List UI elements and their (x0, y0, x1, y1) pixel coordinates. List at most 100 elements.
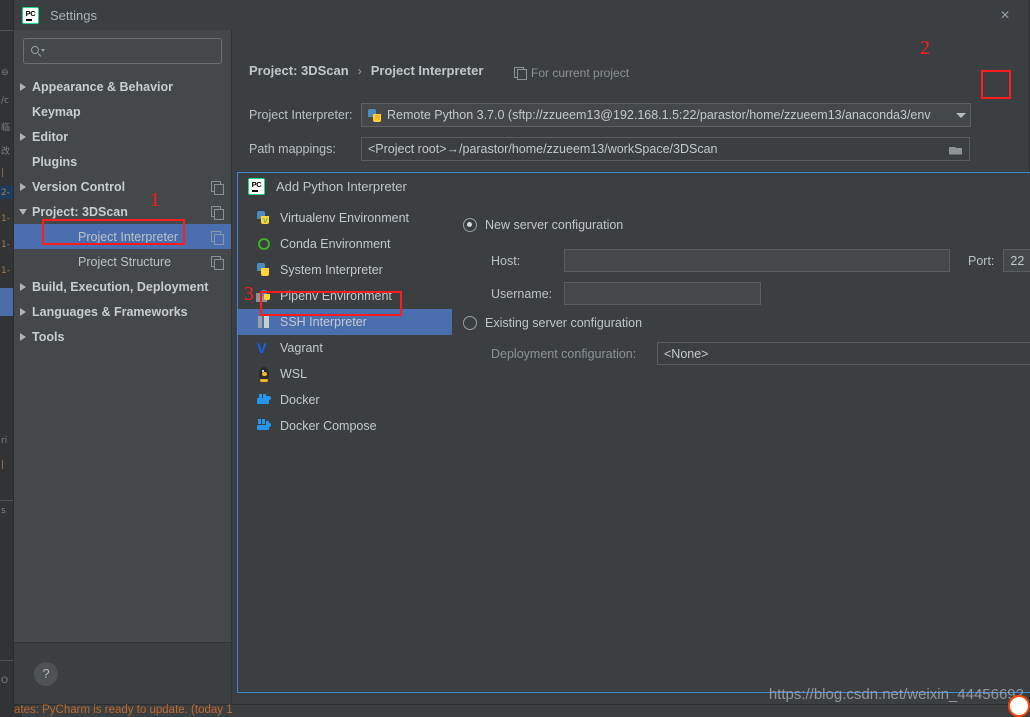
new-server-radio-row[interactable]: New server configuration (463, 218, 623, 232)
settings-sidebar: Appearance & Behavior Keymap Editor Plugins… (14, 30, 232, 704)
settings-dialog: PC Settings × Appearance & Behavior Keyma… (13, 0, 1030, 705)
breadcrumb-current: Project Interpreter (370, 63, 484, 78)
interpreter-type-ssh-interpreter[interactable]: SSH Interpreter (238, 309, 452, 335)
sidebar-item-appearance-behavior[interactable]: Appearance & Behavior (14, 74, 231, 99)
sidebar-item-label: Project: 3DScan (32, 204, 128, 219)
project-interpreter-value: Remote Python 3.7.0 (sftp://zzueem13@192… (387, 108, 931, 122)
chevron-right-icon[interactable] (14, 307, 32, 316)
sidebar-footer: ? (14, 642, 231, 704)
interpreter-type-label: Virtualenv Environment (280, 211, 410, 225)
interpreter-type-label: System Interpreter (280, 263, 383, 277)
vagrant-icon: V (257, 340, 267, 356)
sidebar-item-label: Keymap (32, 104, 81, 119)
new-server-radio[interactable] (463, 218, 477, 232)
interpreter-type-virtualenv-environment[interactable]: V Virtualenv Environment (238, 205, 1030, 231)
project-interpreter-dropdown[interactable]: R Remote Python 3.7.0 (sftp://zzueem13@1… (361, 103, 971, 127)
interpreter-type-label: Pipenv Environment (280, 289, 392, 303)
sidebar-item-build-execution-deployment[interactable]: Build, Execution, Deployment (14, 274, 231, 299)
sidebar-item-editor[interactable]: Editor (14, 124, 231, 149)
sidebar-item-project-structure[interactable]: Project Structure (14, 249, 231, 274)
wsl-icon (256, 366, 272, 382)
username-row: Username: (491, 282, 761, 305)
ssh-icon (256, 314, 272, 330)
sidebar-item-label: Tools (32, 329, 65, 344)
window-title: Settings (50, 7, 97, 23)
sidebar-item-version-control[interactable]: Version Control (14, 174, 231, 199)
host-input[interactable] (564, 249, 950, 272)
conda-icon (256, 236, 272, 252)
pipenv-icon (256, 288, 272, 304)
username-input[interactable] (564, 282, 761, 305)
sidebar-item-label: Editor (32, 129, 69, 144)
search-wrapper (14, 30, 231, 74)
settings-content: Project: 3DScan › Project Interpreter Fo… (232, 30, 1030, 704)
search-input[interactable] (44, 44, 221, 58)
copy-icon (211, 180, 224, 195)
sidebar-item-label: Appearance & Behavior (32, 79, 174, 94)
breadcrumb: Project: 3DScan › Project Interpreter (249, 63, 483, 78)
search-icon (31, 45, 45, 58)
sidebar-item-label: Version Control (32, 179, 126, 194)
sidebar-item-plugins[interactable]: Plugins (14, 149, 231, 174)
dialog-body: Appearance & Behavior Keymap Editor Plugins… (14, 30, 1030, 704)
port-input[interactable]: 22 (1003, 249, 1030, 272)
copy-icon (211, 205, 224, 220)
host-row: Host: Port: 22 (491, 249, 1030, 272)
chevron-right-icon[interactable] (14, 332, 32, 341)
pycharm-logo-text-sub: PC (251, 180, 262, 190)
search-box[interactable] (23, 38, 222, 64)
screenshot-root: ⊖ /c 临 改 | 2- 1- 1- 1- ri | s O PC Setti… (0, 0, 1030, 717)
existing-server-radio[interactable] (463, 316, 477, 330)
interpreter-type-label: SSH Interpreter (280, 315, 367, 329)
sidebar-item-label: Plugins (32, 154, 78, 169)
interpreter-type-label: Vagrant (280, 341, 323, 355)
sidebar-item-label: Languages & Frameworks (32, 304, 188, 319)
chevron-right-icon[interactable] (14, 282, 32, 291)
path-mappings-row: Path mappings: <Project root>→/parastor/… (249, 137, 1030, 161)
deployment-config-dropdown[interactable]: <None> (657, 342, 1030, 365)
close-icon[interactable]: × (995, 6, 1015, 26)
remote-python-icon: R (368, 108, 383, 123)
interpreter-type-label: WSL (280, 367, 308, 381)
chevron-right-icon[interactable] (14, 132, 32, 141)
breadcrumb-separator: › (357, 63, 362, 78)
pycharm-logo-bar (25, 19, 32, 21)
sidebar-item-languages-frameworks[interactable]: Languages & Frameworks (14, 299, 231, 324)
chevron-down-icon[interactable] (956, 112, 966, 118)
pycharm-logo-text: PC (25, 9, 36, 19)
sidebar-item-project-interpreter[interactable]: Project Interpreter (14, 224, 231, 249)
sidebar-item-keymap[interactable]: Keymap (14, 99, 231, 124)
for-current-project-label: For current project (531, 66, 630, 80)
sidebar-item-label: Project Interpreter (78, 229, 179, 244)
folder-icon[interactable] (949, 144, 963, 155)
new-server-label: New server configuration (485, 218, 624, 232)
sidebar-item-project-3dscan[interactable]: Project: 3DScan (14, 199, 231, 224)
deployment-config-label: Deployment configuration: (491, 346, 637, 361)
host-label: Host: (491, 253, 521, 268)
chevron-right-icon[interactable] (14, 182, 32, 191)
sidebar-item-label: Project Structure (78, 254, 172, 269)
add-python-interpreter-dialog: PC Add Python Interpreter V Virtualenv En… (237, 172, 1030, 693)
interpreter-type-label: Conda Environment (280, 237, 391, 251)
watermark-url: https://blog.csdn.net/weixin_44456692 (768, 686, 1024, 703)
existing-server-radio-row[interactable]: Existing server configuration (463, 316, 642, 330)
path-mappings-value: <Project root>→/parastor/home/zzueem13/w… (368, 142, 718, 156)
interpreter-type-docker-compose[interactable]: Docker Compose (238, 413, 1030, 439)
port-label: Port: (968, 253, 995, 268)
copy-icon (211, 255, 224, 270)
copy-icon (514, 67, 527, 80)
python-icon (256, 262, 272, 278)
breadcrumb-parent[interactable]: Project: 3DScan (249, 63, 349, 78)
help-button[interactable]: ? (34, 661, 58, 686)
interpreter-type-docker[interactable]: Docker (238, 387, 1030, 413)
sidebar-item-tools[interactable]: Tools (14, 324, 231, 349)
chevron-right-icon[interactable] (14, 82, 32, 91)
interpreter-type-label: Docker (280, 393, 320, 407)
path-mappings-label: Path mappings: (249, 142, 336, 156)
path-mappings-field[interactable]: <Project root>→/parastor/home/zzueem13/w… (361, 137, 970, 161)
python-venv-icon: V (256, 210, 272, 226)
for-current-project-hint: For current project (514, 66, 629, 80)
pycharm-logo-icon-sub: PC (248, 177, 265, 195)
chevron-down-icon[interactable] (14, 208, 32, 215)
docker-icon (256, 392, 272, 408)
